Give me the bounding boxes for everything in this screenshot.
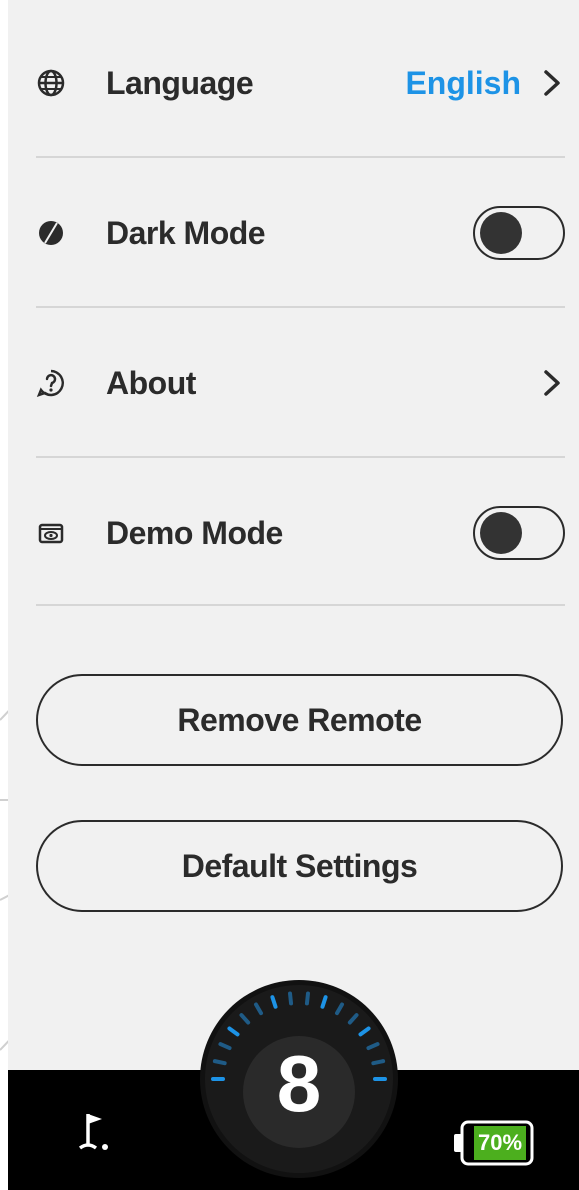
chevron-right-icon xyxy=(541,68,563,98)
toggle-knob xyxy=(480,512,522,554)
dark-mode-label: Dark Mode xyxy=(106,214,266,251)
about-label: About xyxy=(106,364,196,401)
question-icon xyxy=(36,368,66,398)
dark-mode-toggle[interactable] xyxy=(473,206,565,260)
about-row[interactable]: About xyxy=(8,308,579,458)
battery-indicator: 70% xyxy=(452,1120,536,1166)
demo-mode-toggle[interactable] xyxy=(473,506,565,560)
language-row[interactable]: Language English xyxy=(8,8,579,158)
language-label: Language xyxy=(106,64,254,101)
demo-mode-label: Demo Mode xyxy=(106,514,283,551)
contrast-icon xyxy=(36,218,66,248)
language-value: English xyxy=(405,64,521,101)
globe-icon xyxy=(36,68,66,98)
dial-value: 8 xyxy=(276,1039,322,1128)
battery-level: 70% xyxy=(474,1126,526,1160)
toggle-knob xyxy=(480,212,522,254)
demo-mode-row: Demo Mode xyxy=(8,458,579,608)
remove-remote-button[interactable]: Remove Remote xyxy=(36,674,563,766)
eye-icon xyxy=(36,518,66,548)
divider xyxy=(36,604,565,606)
dark-mode-row: Dark Mode xyxy=(8,158,579,308)
default-settings-button[interactable]: Default Settings xyxy=(36,820,563,912)
golf-flag-icon[interactable] xyxy=(78,1110,118,1154)
chevron-right-icon xyxy=(541,368,563,398)
settings-panel: Language English Dark Mode About Demo Mo… xyxy=(8,0,579,1070)
